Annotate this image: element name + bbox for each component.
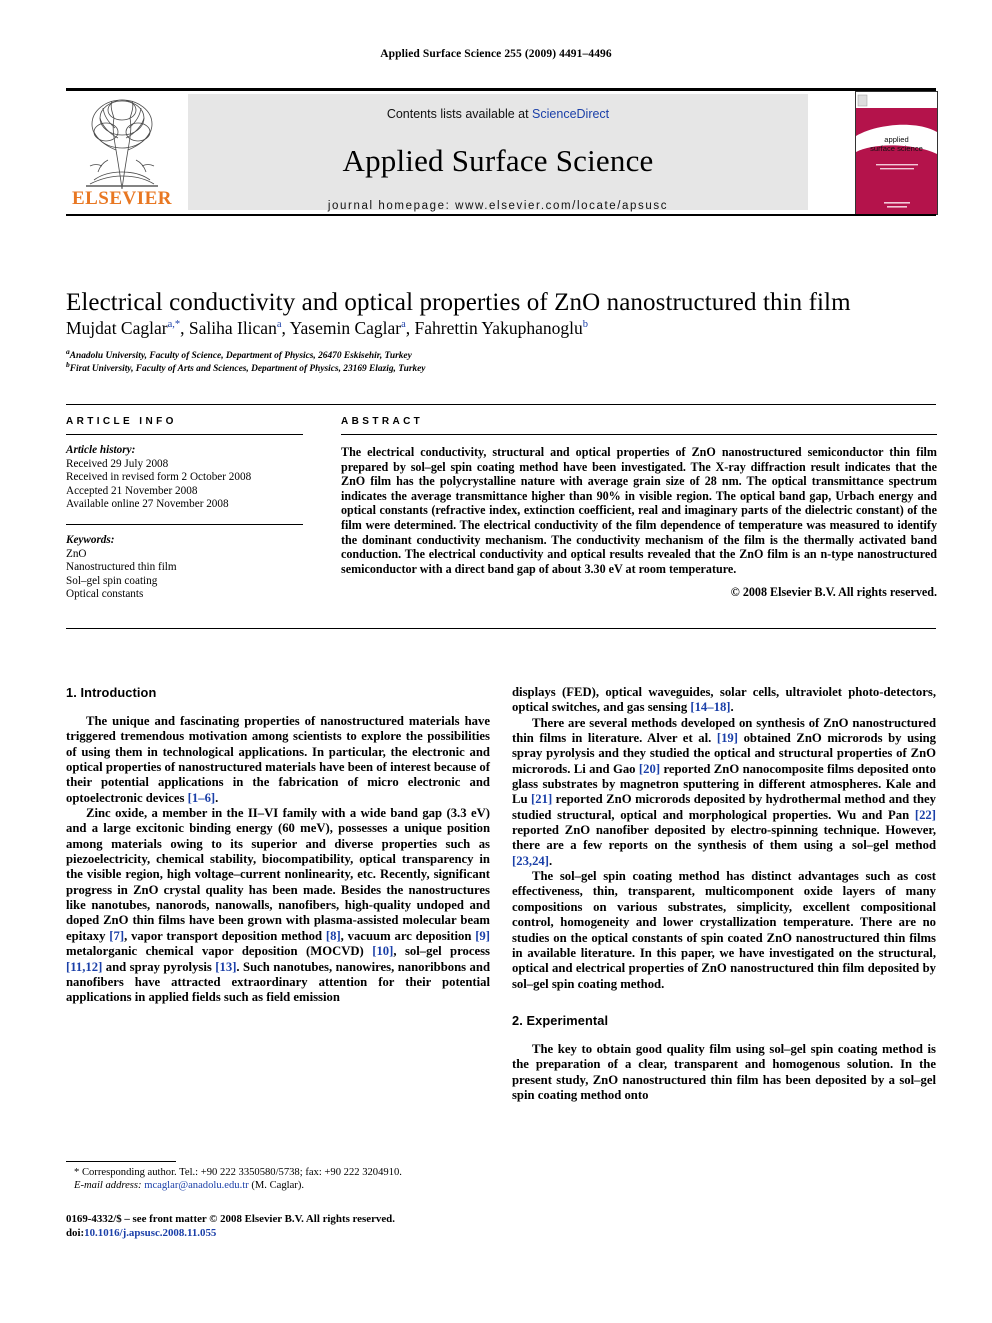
article-info-heading: ARTICLE INFO: [66, 416, 177, 427]
citation-ref[interactable]: [14–18]: [690, 700, 730, 714]
citation-ref[interactable]: [23,24]: [512, 854, 549, 868]
history-item: Received 29 July 2008: [66, 457, 169, 470]
info-band-bottom-rule: [66, 628, 936, 629]
article-info-column: ARTICLE INFO Article history: Received 2…: [66, 416, 303, 602]
abstract-column: ABSTRACT The electrical conductivity, st…: [341, 416, 937, 600]
masthead-bottom-rule: [66, 214, 936, 216]
elsevier-wordmark: ELSEVIER: [71, 188, 173, 209]
author-list: Mujdat Caglara,*, Saliha Ilicana, Yasemi…: [66, 317, 588, 338]
citation-ref[interactable]: [13]: [215, 960, 236, 974]
citation-ref[interactable]: [9]: [475, 929, 490, 943]
author-name: Saliha Ilican: [188, 317, 277, 338]
author-mark: a: [401, 319, 406, 330]
doi-link[interactable]: 10.1016/j.apsusc.2008.11.055: [84, 1227, 216, 1239]
contents-available-line: Contents lists available at ScienceDirec…: [188, 107, 808, 121]
section-heading-introduction: 1. Introduction: [66, 685, 157, 700]
abstract-copyright: © 2008 Elsevier B.V. All rights reserved…: [730, 585, 937, 600]
citation-ref[interactable]: [8]: [326, 929, 341, 943]
abstract-heading: ABSTRACT: [341, 416, 424, 427]
citation-ref[interactable]: [1–6]: [188, 791, 215, 805]
history-item: Available online 27 November 2008: [66, 498, 229, 511]
journal-homepage-line[interactable]: journal homepage: www.elsevier.com/locat…: [188, 200, 808, 212]
corresponding-author-note: * Corresponding author. Tel.: +90 222 33…: [74, 1167, 402, 1178]
history-item: Accepted 21 November 2008: [66, 484, 198, 497]
author-name: Yasemin Caglar: [289, 317, 402, 338]
journal-title: Applied Surface Science: [342, 143, 654, 178]
body-column-left: 1. Introduction The unique and fascinati…: [66, 685, 490, 1006]
email-note: E-mail address: mcaglar@anadolu.edu.tr (…: [66, 1179, 490, 1192]
keyword-item: Nanostructured thin film: [66, 561, 177, 574]
svg-text:surface science: surface science: [870, 144, 923, 153]
author-name: Mujdat Caglar: [66, 317, 168, 338]
elsevier-tree-icon: [86, 99, 158, 190]
citation-ref[interactable]: [10]: [372, 944, 393, 958]
contents-prefix: Contents lists available at: [386, 107, 533, 121]
paragraph: There are several methods developed on s…: [512, 715, 937, 868]
imprint-block: 0169-4332/$ – see front matter © 2008 El…: [66, 1212, 496, 1240]
elsevier-logo: ELSEVIER: [66, 94, 176, 212]
info-band-top-rule: [66, 404, 936, 405]
running-head: Applied Surface Science 255 (2009) 4491–…: [380, 48, 612, 60]
footnote-block: * Corresponding author. Tel.: +90 222 33…: [66, 1166, 490, 1193]
svg-text:applied: applied: [884, 135, 909, 144]
email-suffix: (M. Caglar).: [248, 1180, 305, 1192]
affiliation-b: bFirat University, Faculty of Arts and S…: [66, 359, 766, 376]
keyword-item: Optical constants: [66, 588, 144, 601]
citation-ref[interactable]: [11,12]: [66, 960, 102, 974]
keywords-rule: [66, 523, 303, 525]
abstract-text: The electrical conductivity, structural …: [341, 445, 937, 576]
citation-ref[interactable]: [19]: [717, 731, 738, 745]
keyword-item: ZnO: [66, 547, 87, 560]
paper-page: Applied Surface Science 255 (2009) 4491–…: [0, 0, 992, 1323]
doi-line: doi:10.1016/j.apsusc.2008.11.055: [66, 1226, 496, 1240]
paragraph: Zinc oxide, a member in the II–VI family…: [66, 806, 491, 1005]
email-link[interactable]: mcaglar@anadolu.edu.tr: [144, 1180, 248, 1191]
author-name: Fahrettin Yakuphanoglu: [414, 317, 583, 338]
author-mark: a: [276, 319, 282, 330]
body-column-right: displays (FED), optical waveguides, sola…: [512, 685, 936, 1103]
section-heading-experimental: 2. Experimental: [512, 1012, 609, 1028]
citation-ref[interactable]: [21]: [531, 792, 552, 806]
history-item: Received in revised form 2 October 2008: [66, 471, 252, 484]
keywords-block: Keywords: ZnO Nanostructured thin film S…: [66, 534, 303, 602]
journal-cover-thumbnail: applied surface science: [855, 91, 938, 215]
keyword-item: Sol–gel spin coating: [66, 574, 158, 587]
article-info-rule: [66, 434, 303, 435]
author-mark: b: [582, 319, 588, 330]
paragraph: The sol–gel spin coating method has dist…: [512, 869, 936, 991]
paragraph: The key to obtain good quality film usin…: [512, 1041, 936, 1102]
keywords-label: Keywords:: [66, 533, 115, 546]
footnote-separator-rule: [66, 1161, 176, 1162]
sciencedirect-link[interactable]: ScienceDirect: [532, 107, 609, 121]
abstract-rule: [341, 434, 937, 435]
author-mark: a,*: [167, 319, 181, 330]
cover-artwork: applied surface science: [856, 92, 937, 214]
paragraph: The unique and fascinating properties of…: [66, 714, 490, 805]
citation-ref[interactable]: [7]: [109, 929, 124, 943]
article-history-label: Article history:: [66, 444, 136, 456]
email-label: E-mail address:: [74, 1180, 142, 1192]
citation-ref[interactable]: [20]: [639, 762, 660, 776]
affiliation-text: Firat University, Faculty of Arts and Sc…: [69, 364, 426, 375]
masthead-center-panel: Contents lists available at ScienceDirec…: [188, 94, 808, 212]
masthead-top-rule: [66, 88, 936, 91]
citation-ref[interactable]: [22]: [915, 808, 936, 822]
article-history-block: Article history: Received 29 July 2008 R…: [66, 444, 303, 512]
issn-copyright-line: 0169-4332/$ – see front matter © 2008 El…: [66, 1213, 395, 1225]
journal-masthead: ELSEVIER Contents lists available at Sci…: [66, 88, 938, 216]
paragraph: displays (FED), optical waveguides, sola…: [512, 685, 936, 715]
doi-label: doi:: [66, 1227, 85, 1239]
